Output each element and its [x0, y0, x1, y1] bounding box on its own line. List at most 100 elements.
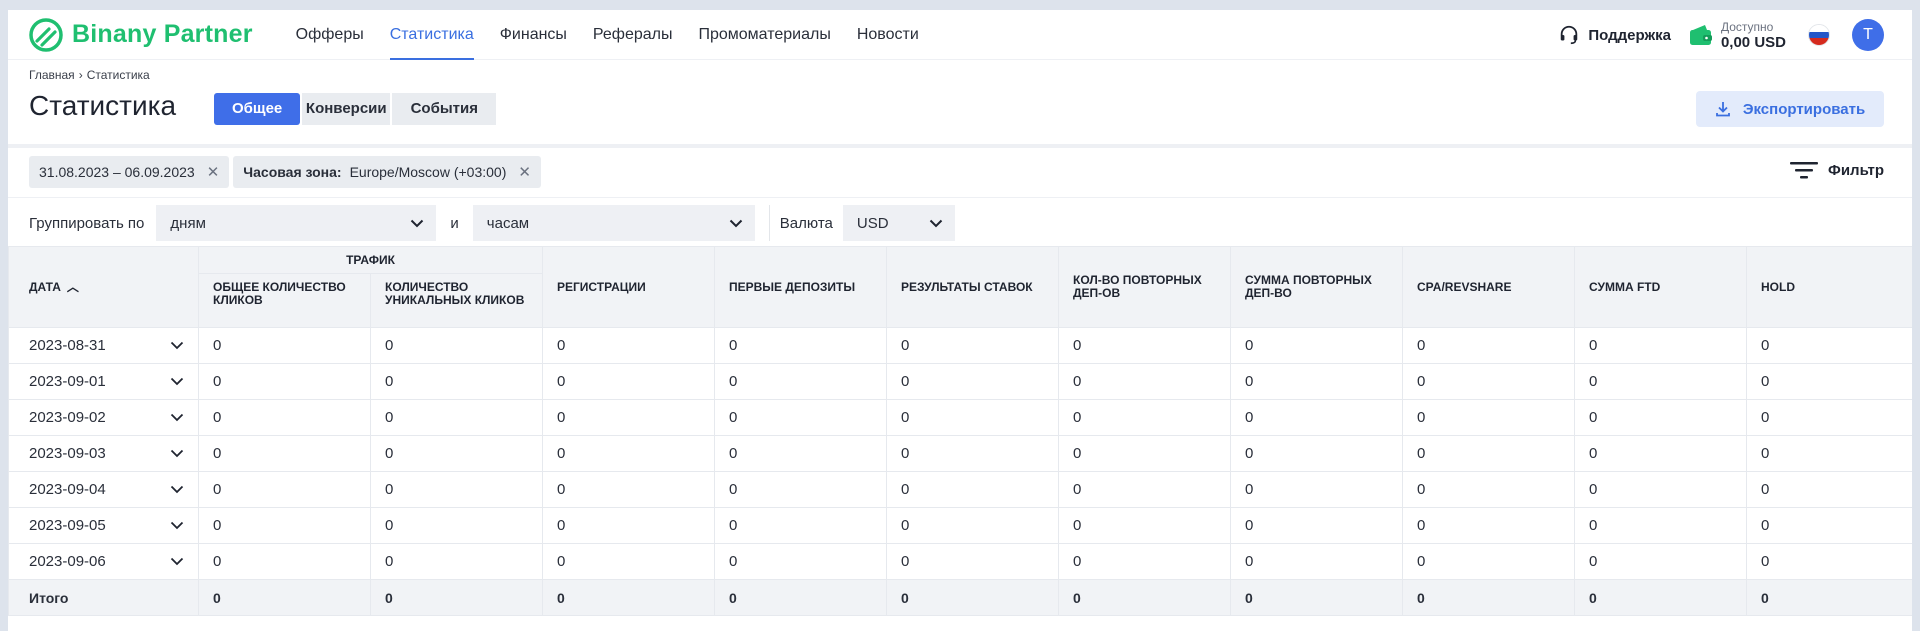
column-header-total-clicks[interactable]: Общее количество кликов [198, 273, 371, 328]
timezone-chip[interactable]: Часовая зона: Europe/Moscow (+03:00) ✕ [233, 156, 541, 188]
expand-row-toggle[interactable] [170, 373, 184, 390]
support-label: Поддержка [1588, 26, 1671, 44]
table-cell: 0 [714, 327, 887, 364]
table-cell: 0 [1058, 363, 1231, 400]
table-cell: 0 [1058, 543, 1231, 580]
wallet-icon [1689, 25, 1712, 45]
table-cell: 0 [370, 435, 543, 472]
language-flag-icon[interactable] [1808, 24, 1830, 46]
balance-value: 0,00 USD [1720, 34, 1786, 51]
expand-row-toggle[interactable] [170, 481, 184, 498]
column-header-first-deposits[interactable]: Первые депозиты [714, 246, 887, 328]
table-row[interactable]: 2023-09-04 0 0 0 0 0 0 0 0 0 0 [8, 471, 1912, 508]
row-date: 2023-08-31 [29, 337, 106, 354]
row-date-cell[interactable]: 2023-09-02 [8, 399, 199, 436]
column-header-ftd-sum[interactable]: Сумма FTD [1574, 246, 1747, 328]
currency-select[interactable]: USD [842, 205, 955, 241]
divider [768, 205, 770, 241]
table-cell: 0 [1058, 507, 1231, 544]
nav-item-finance[interactable]: Финансы [487, 10, 580, 60]
nav-item-statistics[interactable]: Статистика [377, 10, 487, 60]
row-date-cell[interactable]: 2023-09-04 [8, 471, 199, 508]
support-link[interactable]: Поддержка [1558, 24, 1671, 46]
row-date-cell[interactable]: 2023-09-06 [8, 543, 199, 580]
expand-row-toggle[interactable] [170, 517, 184, 534]
currency-label: Валюта [779, 214, 833, 232]
group-secondary-select[interactable]: часам [472, 205, 755, 241]
breadcrumb-home[interactable]: Главная [29, 68, 75, 82]
table-row[interactable]: 2023-09-02 0 0 0 0 0 0 0 0 0 0 [8, 399, 1912, 436]
chevron-down-icon [170, 377, 184, 386]
tab-conversions[interactable]: Конверсии [302, 93, 391, 125]
column-header-registrations[interactable]: Регистрации [542, 246, 715, 328]
table-cell: 0 [1058, 471, 1231, 508]
table-cell: 0 [542, 363, 715, 400]
total-cell: 0 [1746, 579, 1912, 616]
table-cell: 0 [542, 399, 715, 436]
row-date-cell[interactable]: 2023-08-31 [8, 327, 199, 364]
table-cell: 0 [1402, 471, 1575, 508]
column-header-cpa-revshare[interactable]: CPA/RevShare [1402, 246, 1575, 328]
table-cell: 0 [1402, 363, 1575, 400]
total-label: Итого [8, 579, 199, 616]
row-date-cell[interactable]: 2023-09-03 [8, 435, 199, 472]
expand-row-toggle[interactable] [170, 445, 184, 462]
row-date-cell[interactable]: 2023-09-01 [8, 363, 199, 400]
filter-button[interactable]: Фильтр [1790, 160, 1884, 180]
column-header-date[interactable]: Дата ︿ [8, 246, 199, 328]
expand-row-toggle[interactable] [170, 553, 184, 570]
table-row[interactable]: 2023-09-03 0 0 0 0 0 0 0 0 0 0 [8, 435, 1912, 472]
breadcrumb: Главная › Статистика [29, 68, 150, 82]
table-cell: 0 [1746, 363, 1912, 400]
close-icon[interactable]: ✕ [518, 163, 531, 181]
table-cell: 0 [370, 543, 543, 580]
table-cell: 0 [198, 543, 371, 580]
page-title: Статистика [29, 90, 177, 121]
tab-events[interactable]: События [392, 93, 497, 125]
table-cell: 0 [714, 471, 887, 508]
nav-item-promo[interactable]: Промоматериалы [685, 10, 843, 60]
column-header-repeat-deposit-sum[interactable]: Сумма повторных деп-во [1230, 246, 1403, 328]
filter-icon [1790, 162, 1819, 179]
table-cell: 0 [542, 543, 715, 580]
table-cell: 0 [370, 327, 543, 364]
tab-general[interactable]: Общее [214, 93, 301, 125]
active-filters: 31.08.2023 – 06.09.2023 ✕ Часовая зона: … [29, 156, 545, 188]
table-row[interactable]: 2023-09-01 0 0 0 0 0 0 0 0 0 0 [8, 363, 1912, 400]
close-icon[interactable]: ✕ [207, 163, 220, 181]
table-cell: 0 [1746, 543, 1912, 580]
table-row[interactable]: 2023-08-31 0 0 0 0 0 0 0 0 0 0 [8, 327, 1912, 364]
group-primary-select[interactable]: дням [156, 205, 437, 241]
table-cell: 0 [886, 543, 1059, 580]
nav-item-referrals[interactable]: Рефералы [580, 10, 686, 60]
table-cell: 0 [1574, 327, 1747, 364]
balance-widget[interactable]: Доступно 0,00 USD [1689, 20, 1786, 50]
table-cell: 0 [1402, 327, 1575, 364]
column-header-repeat-deposit-count[interactable]: Кол-во повторных деп-ов [1058, 246, 1231, 328]
nav-item-offers[interactable]: Офферы [283, 10, 377, 60]
column-header-hold[interactable]: Hold [1746, 246, 1912, 328]
nav-item-news[interactable]: Новости [844, 10, 932, 60]
table-cell: 0 [542, 327, 715, 364]
balance-label: Доступно [1720, 20, 1774, 34]
expand-row-toggle[interactable] [170, 409, 184, 426]
download-icon [1715, 102, 1730, 117]
export-button[interactable]: Экспортировать [1696, 91, 1884, 127]
filter-label: Фильтр [1828, 161, 1884, 179]
table-cell: 0 [1402, 399, 1575, 436]
table-cell: 0 [886, 327, 1059, 364]
expand-row-toggle[interactable] [170, 337, 184, 354]
date-range-chip[interactable]: 31.08.2023 – 06.09.2023 ✕ [29, 156, 230, 188]
table-row[interactable]: 2023-09-06 0 0 0 0 0 0 0 0 0 0 [8, 543, 1912, 580]
table-cell: 0 [1574, 507, 1747, 544]
column-header-bet-results[interactable]: Результаты ставок [886, 246, 1059, 328]
table-cell: 0 [1746, 507, 1912, 544]
row-date-cell[interactable]: 2023-09-05 [8, 507, 199, 544]
brand-logo[interactable]: Binany Partner [28, 17, 253, 53]
column-header-unique-clicks[interactable]: Количество уникальных кликов [370, 273, 543, 328]
chevron-down-icon [411, 219, 424, 228]
divider [8, 144, 1912, 148]
table-cell: 0 [1058, 435, 1231, 472]
user-avatar[interactable]: T [1852, 19, 1884, 51]
table-row[interactable]: 2023-09-05 0 0 0 0 0 0 0 0 0 0 [8, 507, 1912, 544]
